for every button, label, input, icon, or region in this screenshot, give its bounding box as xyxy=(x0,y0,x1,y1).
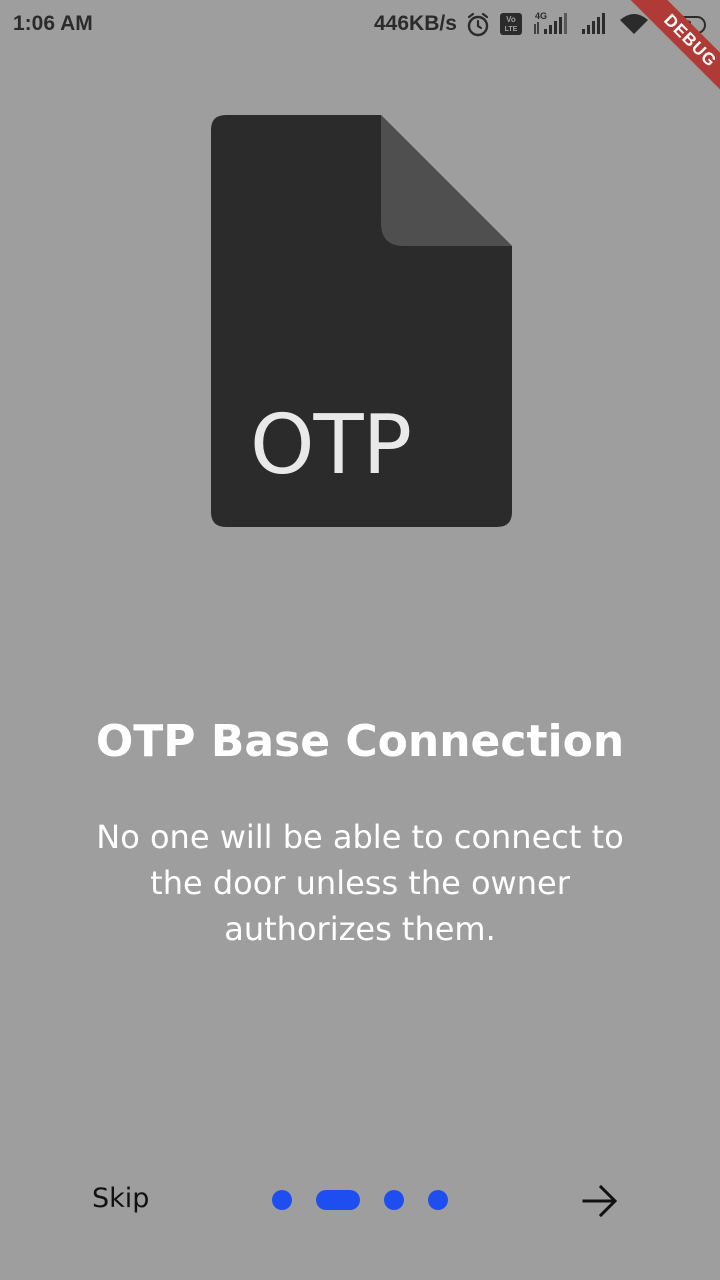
page-description: No one will be able to connect to the do… xyxy=(96,818,624,948)
alarm-icon xyxy=(467,12,489,37)
signal-4g-icon: 4G xyxy=(534,11,567,34)
page-dot-4[interactable] xyxy=(428,1190,448,1210)
page-dot-3[interactable] xyxy=(384,1190,404,1210)
status-bar: 1:06 AM 446KB/s Vo LTE 4G 43 xyxy=(0,0,720,52)
arrow-right-icon[interactable] xyxy=(582,1184,618,1218)
page-dot-2[interactable] xyxy=(316,1190,360,1210)
volte-icon: Vo LTE xyxy=(500,13,522,35)
page-title: OTP Base Connection xyxy=(95,716,625,767)
status-time: 1:06 AM xyxy=(13,12,93,35)
signal-icon xyxy=(582,13,605,34)
svg-text:LTE: LTE xyxy=(505,26,518,33)
skip-button[interactable]: Skip xyxy=(92,1183,149,1214)
svg-text:4G: 4G xyxy=(535,11,547,21)
file-fold xyxy=(381,115,512,246)
wifi-icon xyxy=(620,14,648,34)
svg-text:Vo: Vo xyxy=(506,15,516,24)
network-speed: 446KB/s xyxy=(374,12,457,35)
page-dot-1[interactable] xyxy=(272,1190,292,1210)
file-icon-label: OTP xyxy=(250,398,412,493)
